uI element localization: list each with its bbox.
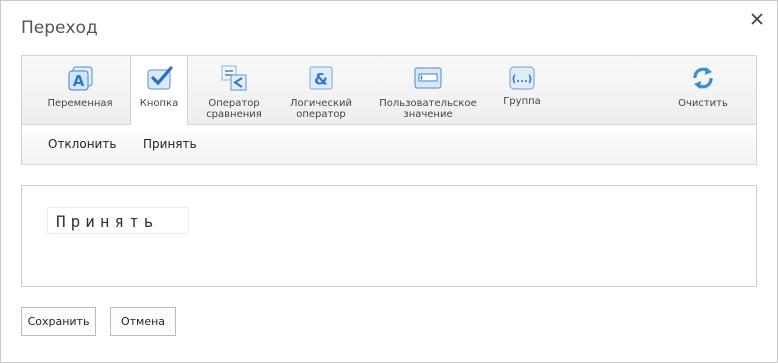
tab-button[interactable]: Кнопка	[130, 56, 188, 125]
tab-label: Кнопка	[139, 98, 179, 109]
expression-chip[interactable]: Принять	[47, 207, 189, 234]
tab-comparison-operator[interactable]: Оператор сравнения	[196, 56, 272, 124]
svg-text:(...): (...)	[512, 74, 533, 85]
clear-button[interactable]: Очистить	[670, 56, 736, 124]
tab-custom-value[interactable]: Пользовательское значение	[372, 56, 484, 124]
dialog-title: Переход	[21, 18, 98, 38]
svg-text:&: &	[314, 70, 328, 89]
tab-label: Очистить	[678, 98, 728, 109]
cancel-button[interactable]: Отмена	[110, 307, 176, 336]
tab-logical-operator[interactable]: & Логический оператор	[281, 56, 361, 124]
reject-button[interactable]: Отклонить	[48, 137, 116, 151]
ribbon-toolbar: Отклонить Принять	[22, 125, 756, 164]
ribbon: A Переменная Кнопка Оператор сравнения &…	[21, 55, 757, 165]
transition-dialog: Переход A Переменная Кнопка Оператор сра…	[0, 0, 778, 363]
group-icon: (...)	[509, 66, 535, 90]
tab-label: Логический оператор	[290, 98, 352, 120]
custom-value-icon	[414, 67, 442, 89]
variable-icon: A	[68, 66, 93, 91]
close-icon[interactable]	[748, 10, 766, 28]
tab-group[interactable]: (...) Группа	[494, 56, 550, 124]
logical-operator-icon: &	[309, 66, 333, 90]
comparison-operator-icon	[221, 65, 247, 91]
expression-area[interactable]: Принять	[21, 185, 757, 287]
ribbon-tabs: A Переменная Кнопка Оператор сравнения &…	[22, 56, 756, 125]
accept-button[interactable]: Принять	[143, 137, 197, 151]
tab-label: Оператор сравнения	[206, 98, 262, 120]
svg-text:A: A	[73, 72, 85, 90]
tab-variable[interactable]: A Переменная	[38, 56, 122, 124]
tab-label: Пользовательское значение	[379, 98, 477, 120]
refresh-icon	[693, 67, 713, 89]
tab-label: Группа	[503, 96, 541, 107]
tab-label: Переменная	[47, 98, 113, 109]
save-button[interactable]: Сохранить	[21, 307, 96, 336]
checkmark-button-icon	[147, 66, 173, 90]
